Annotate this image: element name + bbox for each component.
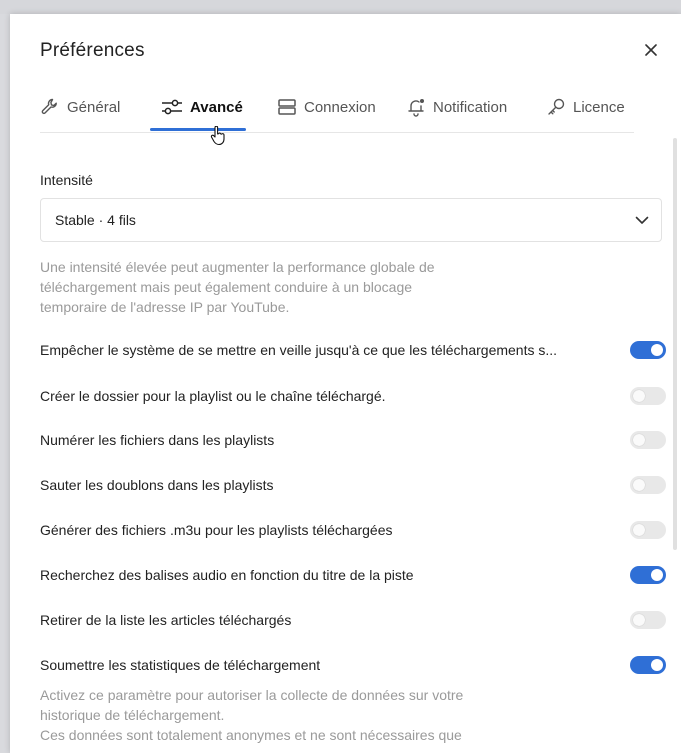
setting-number-files: Numérer les fichiers dans les playlists (40, 428, 666, 452)
setting-label: Générer des fichiers .m3u pour les playl… (40, 522, 393, 538)
setting-label: Soumettre les statistiques de télécharge… (40, 657, 321, 673)
number-files-toggle[interactable] (630, 431, 666, 449)
tab-bar: Général Avancé Connexion Notification Li… (40, 84, 634, 133)
skip-duplicates-toggle[interactable] (630, 476, 666, 494)
intensity-help-text: Une intensité élevée peut augmenter la p… (40, 259, 435, 315)
tab-label: Connexion (304, 98, 376, 116)
setting-label: Créer le dossier pour la playlist ou le … (40, 388, 386, 404)
prevent-sleep-toggle[interactable] (630, 341, 666, 359)
background-window-edge (0, 14, 10, 753)
chevron-down-icon (635, 216, 649, 224)
setting-prevent-sleep: Empêcher le système de se mettre en veil… (40, 338, 666, 362)
submit-stats-toggle[interactable] (630, 656, 666, 674)
close-button[interactable] (641, 40, 661, 60)
preferences-dialog: Préférences Général Avancé Connexion Not… (10, 14, 681, 753)
setting-label: Empêcher le système de se mettre en veil… (40, 342, 558, 358)
tab-license[interactable]: Licence (546, 84, 625, 130)
tab-general[interactable]: Général (40, 84, 120, 130)
audio-tags-toggle[interactable] (630, 566, 666, 584)
tab-notification[interactable]: Notification (406, 84, 507, 130)
dialog-title: Préférences (40, 40, 145, 61)
setting-submit-stats: Soumettre les statistiques de télécharge… (40, 653, 666, 677)
wrench-icon (41, 98, 57, 115)
bell-icon (408, 99, 424, 117)
server-icon (278, 99, 296, 115)
scrollbar[interactable] (673, 138, 677, 550)
setting-label: Retirer de la liste les articles télécha… (40, 612, 292, 628)
setting-create-folder: Créer le dossier pour la playlist ou le … (40, 384, 666, 408)
intensity-selected-value: Stable · 4 fils (55, 212, 136, 228)
hand-cursor-icon (210, 126, 225, 146)
setting-label: Sauter les doublons dans les playlists (40, 477, 274, 493)
tab-label: Avancé (190, 98, 243, 116)
intensity-select[interactable]: Stable · 4 fils (40, 198, 662, 242)
setting-audio-tags: Recherchez des balises audio en fonction… (40, 563, 666, 587)
tab-advanced[interactable]: Avancé (161, 84, 243, 130)
background-window-strip (0, 0, 681, 15)
active-tab-indicator (150, 128, 246, 131)
generate-m3u-toggle[interactable] (630, 521, 666, 539)
setting-remove-downloaded: Retirer de la liste les articles télécha… (40, 608, 666, 632)
intensity-label: Intensité (40, 172, 93, 188)
tab-label: Licence (573, 98, 625, 116)
setting-label: Numérer les fichiers dans les playlists (40, 432, 275, 448)
sliders-icon (162, 99, 182, 115)
key-icon (548, 98, 565, 115)
create-folder-toggle[interactable] (630, 387, 666, 405)
tab-label: Notification (433, 98, 508, 116)
setting-generate-m3u: Générer des fichiers .m3u pour les playl… (40, 518, 666, 542)
remove-downloaded-toggle[interactable] (630, 611, 666, 629)
setting-skip-duplicates: Sauter les doublons dans les playlists (40, 473, 666, 497)
tab-connection[interactable]: Connexion (277, 84, 376, 130)
setting-label: Recherchez des balises audio en fonction… (40, 567, 414, 583)
tab-label: Général (67, 98, 121, 116)
close-icon (645, 44, 657, 56)
stats-help-text: Activez ce paramètre pour autoriser la c… (40, 687, 464, 743)
